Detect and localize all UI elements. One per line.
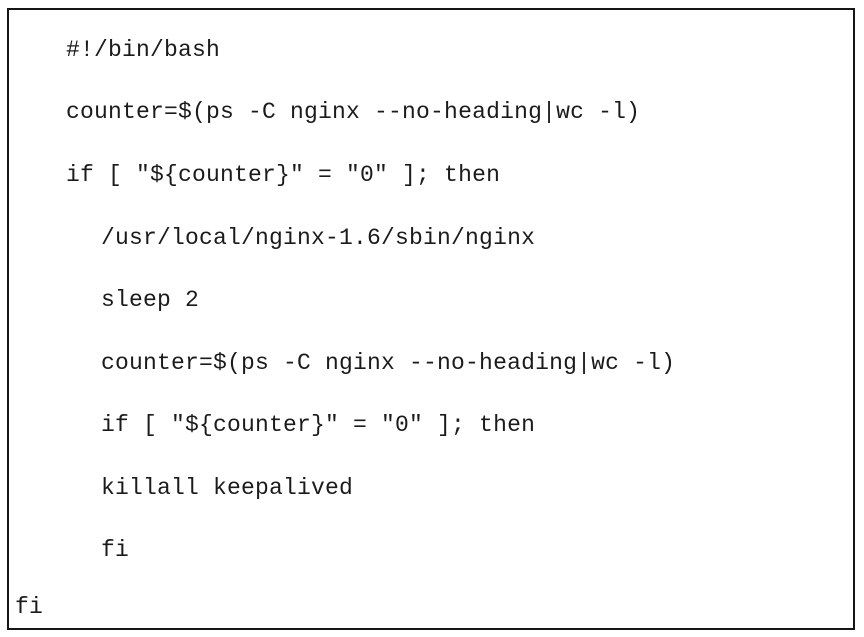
code-line: counter=$(ps -C nginx --no-heading|wc -l… [101,350,676,376]
code-line: if [ ″${counter}″ = ″0″ ]; then [101,412,536,438]
code-line: #!/bin/bash [66,37,221,63]
code-figure: #!/bin/bash counter=$(ps -C nginx --no-h… [0,0,864,637]
code-listing: #!/bin/bash counter=$(ps -C nginx --no-h… [9,10,853,628]
code-frame-border: #!/bin/bash counter=$(ps -C nginx --no-h… [7,8,855,630]
code-line: sleep 2 [101,287,200,313]
code-line: killall keepalived [101,475,354,501]
code-line: fi [15,594,44,620]
code-line: /usr/local/nginx-1.6/sbin/nginx [101,225,536,251]
code-line: fi [101,537,130,563]
code-line: if [ ″${counter}″ = ″0″ ]; then [66,162,501,188]
code-line: counter=$(ps -C nginx --no-heading|wc -l… [66,99,641,125]
